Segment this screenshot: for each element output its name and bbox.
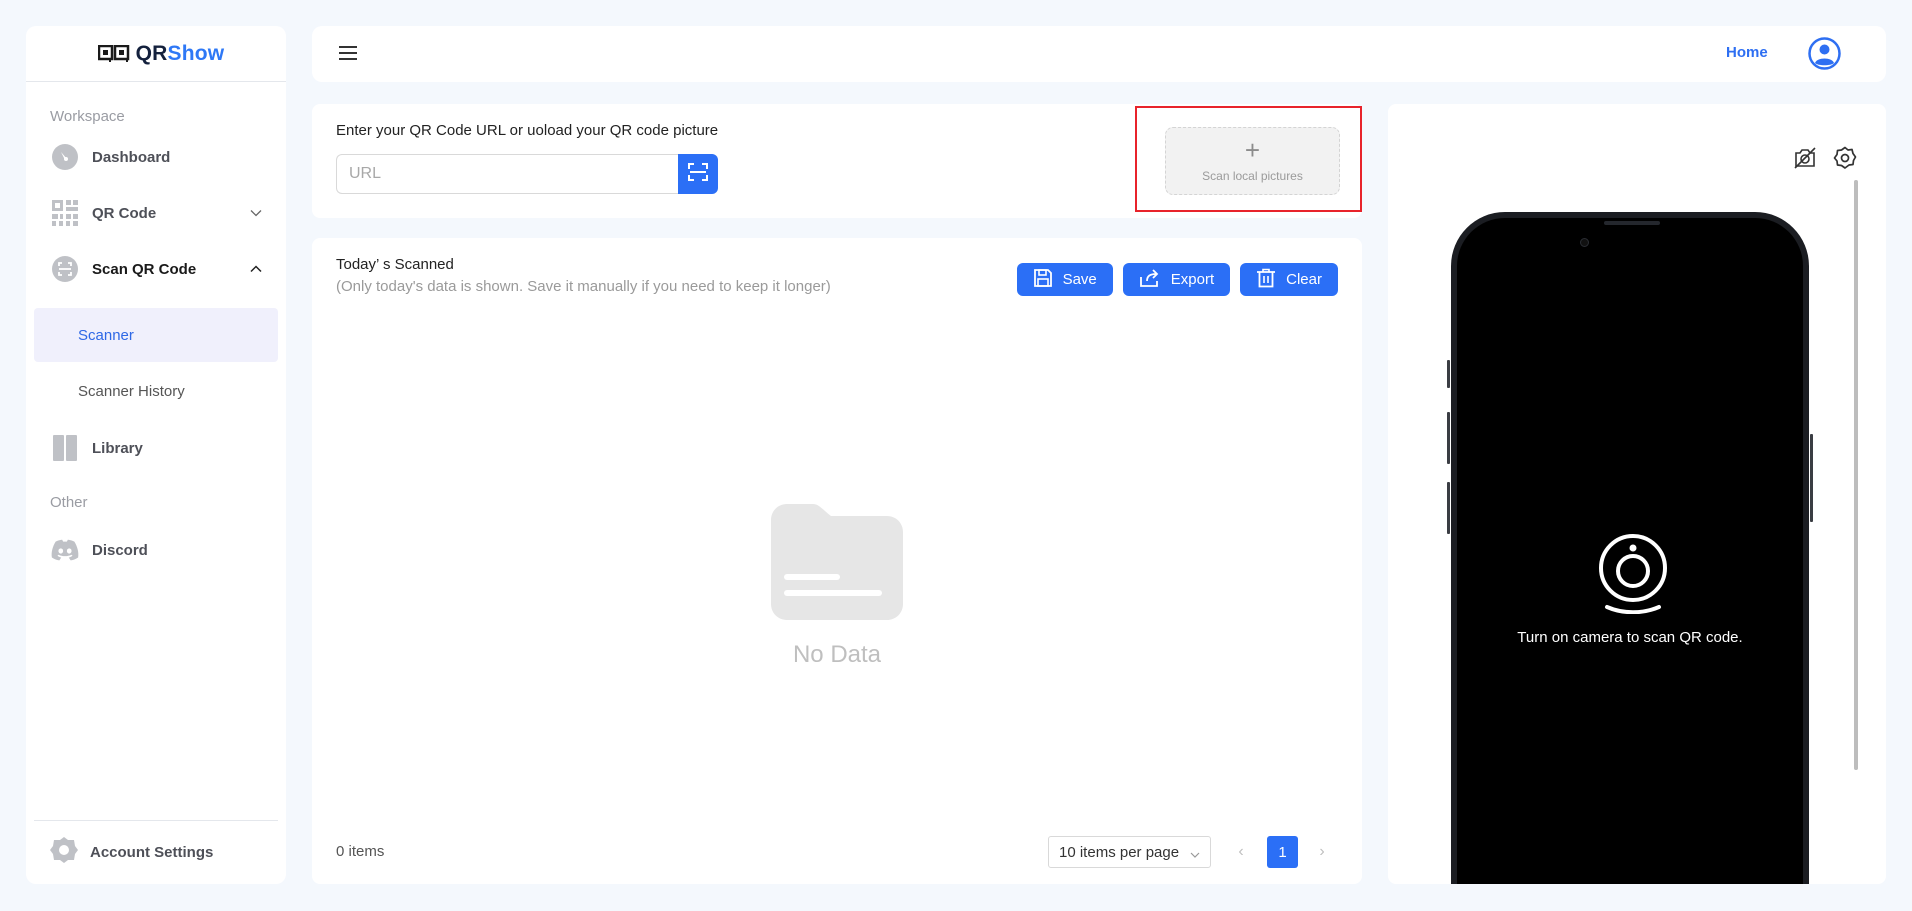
chevron-down-icon bbox=[250, 207, 262, 219]
scan-icon bbox=[50, 254, 80, 284]
scan-url-button[interactable] bbox=[678, 154, 718, 194]
empty-state: No Data bbox=[771, 504, 903, 669]
dashboard-gauge-icon bbox=[50, 142, 80, 172]
phone-side-button bbox=[1447, 360, 1450, 388]
top-header: Home bbox=[312, 26, 1886, 82]
phone-front-camera bbox=[1580, 238, 1589, 247]
todays-scanned-subtitle: (Only today's data is shown. Save it man… bbox=[336, 278, 831, 295]
clear-button[interactable]: Clear bbox=[1240, 263, 1338, 296]
home-link[interactable]: Home bbox=[1726, 44, 1768, 61]
todays-scanned-card: Today’ s Scanned (Only today's data is s… bbox=[312, 238, 1362, 884]
sidebar-item-scan-qr-code[interactable]: Scan QR Code bbox=[26, 246, 286, 292]
page-size-select[interactable]: 10 items per page bbox=[1048, 836, 1211, 868]
scan-local-pictures-button[interactable]: + Scan local pictures bbox=[1165, 127, 1340, 195]
sidebar-subitem-scanner[interactable]: Scanner bbox=[34, 308, 278, 362]
sidebar-item-label: Dashboard bbox=[92, 148, 171, 166]
chevron-down-icon bbox=[1190, 846, 1200, 863]
account-settings-link[interactable]: Account Settings bbox=[34, 820, 278, 884]
plus-icon: + bbox=[1244, 135, 1261, 165]
section-label-other: Other bbox=[50, 494, 88, 511]
trash-icon bbox=[1256, 268, 1276, 292]
sidebar-item-label: Scan QR Code bbox=[92, 260, 197, 278]
save-button[interactable]: Save bbox=[1016, 263, 1113, 296]
clear-label: Clear bbox=[1286, 271, 1322, 288]
empty-folder-icon bbox=[771, 504, 903, 625]
phone-side-button bbox=[1447, 412, 1450, 464]
empty-state-text: No Data bbox=[792, 641, 882, 668]
sidebar-item-label: QR Code bbox=[92, 204, 157, 222]
chevron-up-icon bbox=[250, 263, 262, 275]
user-avatar-icon[interactable] bbox=[1808, 37, 1841, 70]
phone-frame: Turn on camera to scan QR code. bbox=[1447, 212, 1813, 884]
page-number-button[interactable]: 1 bbox=[1267, 836, 1298, 868]
url-input[interactable] bbox=[336, 154, 678, 194]
scrollbar-thumb[interactable] bbox=[1854, 180, 1858, 770]
phone-side-button bbox=[1810, 434, 1813, 522]
logo[interactable]: QRShow bbox=[26, 26, 286, 82]
scrollbar-track[interactable] bbox=[1854, 180, 1858, 770]
camera-panel: Turn on camera to scan QR code. bbox=[1388, 104, 1886, 884]
brand-name: QRShow bbox=[135, 41, 225, 65]
save-label: Save bbox=[1062, 271, 1097, 288]
section-label-workspace: Workspace bbox=[50, 108, 125, 125]
sidebar-subitem-scanner-history[interactable]: Scanner History bbox=[34, 364, 278, 418]
camera-preview[interactable]: Turn on camera to scan QR code. bbox=[1457, 218, 1803, 884]
save-floppy-icon bbox=[1033, 268, 1053, 292]
scan-frame-icon bbox=[688, 162, 708, 186]
todays-scanned-title: Today’ s Scanned bbox=[336, 256, 454, 273]
next-page-button[interactable]: › bbox=[1315, 842, 1329, 862]
url-instruction-label: Enter your QR Code URL or uoload your QR… bbox=[336, 122, 719, 139]
sidebar-item-discord[interactable]: Discord bbox=[26, 527, 286, 573]
camera-off-icon[interactable] bbox=[1793, 146, 1817, 170]
sidebar-item-dashboard[interactable]: Dashboard bbox=[26, 134, 286, 180]
url-input-group bbox=[336, 154, 718, 194]
items-count: 0 items bbox=[336, 843, 385, 860]
qr-code-icon bbox=[50, 198, 80, 228]
settings-gear-icon bbox=[50, 836, 78, 869]
library-book-icon bbox=[50, 433, 80, 463]
export-label: Export bbox=[1170, 271, 1215, 288]
qr-logo-icon bbox=[97, 44, 130, 63]
sidebar-item-library[interactable]: Library bbox=[26, 425, 286, 471]
sidebar-item-label: Discord bbox=[92, 541, 148, 559]
camera-message: Turn on camera to scan QR code. bbox=[1517, 629, 1743, 646]
action-buttons: Save Export Clear bbox=[1016, 263, 1338, 296]
account-settings-label: Account Settings bbox=[90, 844, 214, 861]
phone-speaker bbox=[1604, 221, 1660, 225]
export-button[interactable]: Export bbox=[1122, 263, 1231, 296]
export-share-icon bbox=[1139, 268, 1161, 292]
sidebar-item-qr-code[interactable]: QR Code bbox=[26, 190, 286, 236]
page-size-value: 10 items per page bbox=[1059, 843, 1180, 861]
phone-side-button bbox=[1447, 482, 1450, 534]
sidebar-item-label: Library bbox=[92, 439, 143, 457]
camera-settings-icon[interactable] bbox=[1833, 146, 1857, 170]
scan-local-pictures-label: Scan local pictures bbox=[1202, 169, 1303, 183]
discord-icon bbox=[50, 535, 80, 565]
sidebar: QRShow Workspace Dashboard QR Code Scan … bbox=[26, 26, 286, 884]
menu-toggle-icon[interactable] bbox=[339, 46, 357, 61]
webcam-icon bbox=[1597, 534, 1669, 615]
prev-page-button[interactable]: ‹ bbox=[1234, 842, 1248, 862]
